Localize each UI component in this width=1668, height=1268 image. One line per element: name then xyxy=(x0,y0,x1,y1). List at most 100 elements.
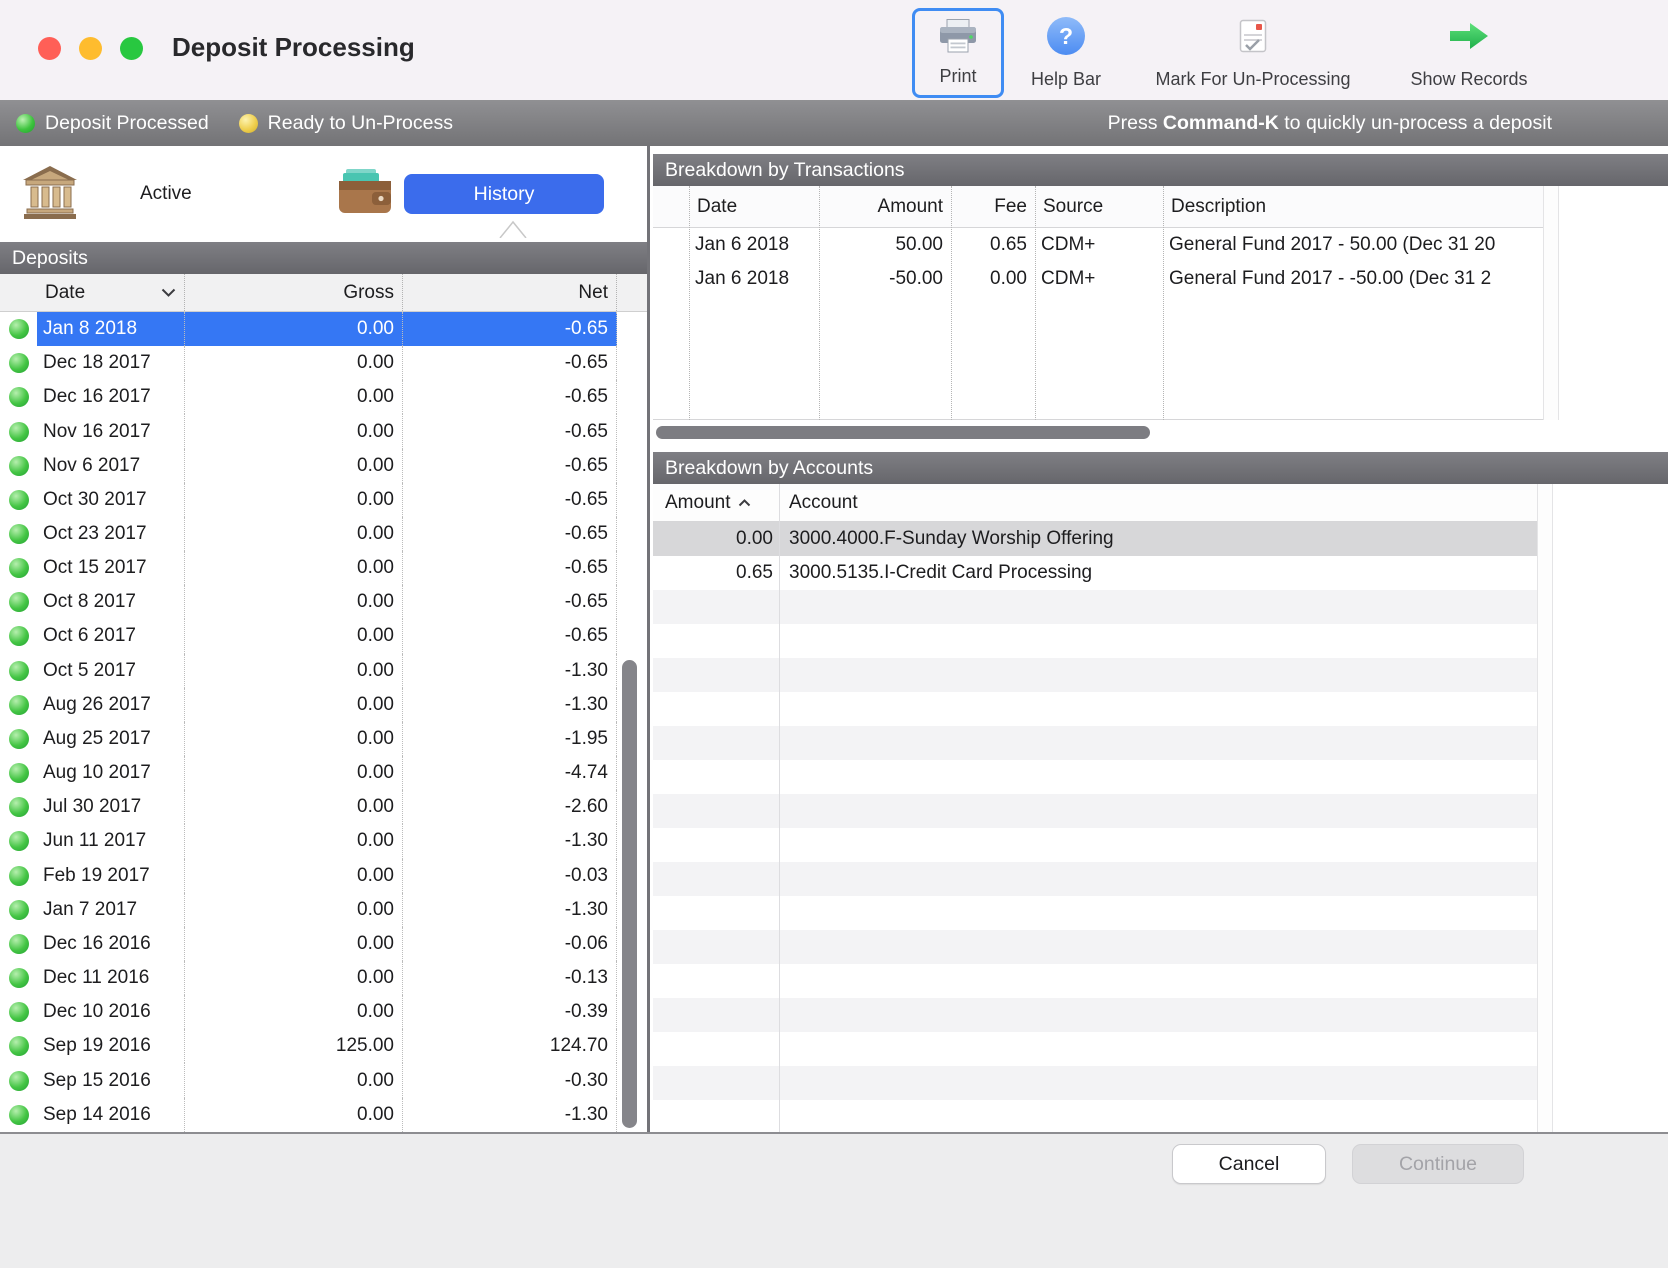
transactions-table-body: Jan 6 2018 50.00 0.65 CDM+ General Fund … xyxy=(653,228,1543,296)
transactions-vertical-scrollbar-track[interactable] xyxy=(1543,186,1559,420)
deposit-row[interactable]: Oct 15 2017 0.00 -0.65 xyxy=(0,551,647,585)
processed-dot-icon xyxy=(9,1105,29,1125)
deposit-status-cell xyxy=(0,688,37,722)
deposit-date: Oct 6 2017 xyxy=(37,619,185,653)
deposit-net: 124.70 xyxy=(403,1029,617,1063)
tab-active[interactable]: Active xyxy=(20,146,320,242)
deposit-date: Jan 8 2018 xyxy=(37,312,185,346)
tx-amount: 50.00 xyxy=(819,228,951,262)
deposit-net: -0.03 xyxy=(403,859,617,893)
show-records-button[interactable]: Show Records xyxy=(1394,8,1544,98)
transaction-row[interactable]: Jan 6 2018 50.00 0.65 CDM+ General Fund … xyxy=(653,228,1543,262)
deposit-row[interactable]: Aug 10 2017 0.00 -4.74 xyxy=(0,756,647,790)
deposit-status-cell xyxy=(0,995,37,1029)
processed-dot-icon xyxy=(9,1036,29,1056)
date-column-header[interactable]: Date xyxy=(37,274,185,311)
deposit-date: Aug 26 2017 xyxy=(37,688,185,722)
mark-for-unprocessing-button[interactable]: Mark For Un-Processing xyxy=(1128,8,1378,98)
deposit-net: -0.65 xyxy=(403,414,617,448)
deposit-date: Dec 16 2017 xyxy=(37,380,185,414)
deposit-row[interactable]: Aug 26 2017 0.00 -1.30 xyxy=(0,688,647,722)
transaction-row[interactable]: Jan 6 2018 -50.00 0.00 CDM+ General Fund… xyxy=(653,262,1543,296)
status-legend-bar: Deposit Processed Ready to Un-Process Pr… xyxy=(0,100,1668,146)
deposit-row[interactable]: Oct 23 2017 0.00 -0.65 xyxy=(0,517,647,551)
deposit-row[interactable]: Oct 30 2017 0.00 -0.65 xyxy=(0,483,647,517)
legend-deposit-processed: Deposit Processed xyxy=(16,112,209,135)
minimize-window-button[interactable] xyxy=(79,37,102,60)
footer-bar: Cancel Continue xyxy=(0,1132,1668,1268)
cancel-button[interactable]: Cancel xyxy=(1172,1144,1326,1184)
printer-icon xyxy=(937,11,979,61)
ready-dot-icon xyxy=(239,114,258,133)
history-tab-button[interactable]: History xyxy=(404,174,604,214)
account-row[interactable]: 0.00 3000.4000.F-Sunday Worship Offering xyxy=(653,522,1537,556)
ready-label: Ready to Un-Process xyxy=(268,112,453,135)
print-button[interactable]: Print xyxy=(912,8,1004,98)
processed-label: Deposit Processed xyxy=(45,112,209,135)
show-records-label: Show Records xyxy=(1410,69,1527,90)
deposit-row[interactable]: Oct 5 2017 0.00 -1.30 xyxy=(0,654,647,688)
sort-descending-icon xyxy=(161,288,176,297)
tx-source: CDM+ xyxy=(1035,228,1163,262)
transactions-horizontal-scrollbar-thumb[interactable] xyxy=(656,426,1150,439)
deposit-net: -1.30 xyxy=(403,654,617,688)
processed-dot-icon xyxy=(9,319,29,339)
deposit-row[interactable]: Dec 18 2017 0.00 -0.65 xyxy=(0,346,647,380)
zoom-window-button[interactable] xyxy=(120,37,143,60)
tx-description-column-header[interactable]: Description xyxy=(1163,186,1558,227)
account-name-column-header[interactable]: Account xyxy=(779,484,1553,521)
deposit-gross: 0.00 xyxy=(185,927,403,961)
deposit-net: -2.60 xyxy=(403,790,617,824)
deposit-row[interactable]: Sep 15 2016 0.00 -0.30 xyxy=(0,1063,647,1097)
account-row[interactable]: 0.65 3000.5135.I-Credit Card Processing xyxy=(653,556,1537,590)
deposit-row[interactable]: Jul 30 2017 0.00 -2.60 xyxy=(0,790,647,824)
net-column-header[interactable]: Net xyxy=(403,274,617,311)
deposit-row[interactable]: Jan 7 2017 0.00 -1.30 xyxy=(0,893,647,927)
processed-dot-icon xyxy=(9,387,29,407)
deposit-row[interactable]: Feb 19 2017 0.00 -0.03 xyxy=(0,859,647,893)
deposit-net: -0.65 xyxy=(403,380,617,414)
deposit-gross: 0.00 xyxy=(185,346,403,380)
deposit-row[interactable]: Dec 10 2016 0.00 -0.39 xyxy=(0,995,647,1029)
deposits-scrollbar-thumb[interactable] xyxy=(622,660,637,1128)
deposit-row[interactable]: Sep 19 2016 125.00 124.70 xyxy=(0,1029,647,1063)
tx-date-column-header[interactable]: Date xyxy=(689,186,819,227)
help-icon: ? xyxy=(1047,8,1085,64)
close-window-button[interactable] xyxy=(38,37,61,60)
tx-amount-column-header[interactable]: Amount xyxy=(819,186,951,227)
deposit-gross: 0.00 xyxy=(185,551,403,585)
deposit-status-cell xyxy=(0,927,37,961)
tx-fee: 0.65 xyxy=(951,228,1035,262)
transactions-section-header: Breakdown by Transactions xyxy=(653,154,1668,186)
deposit-date: Oct 30 2017 xyxy=(37,483,185,517)
tx-fee-column-header[interactable]: Fee xyxy=(951,186,1035,227)
deposit-row[interactable]: Oct 8 2017 0.00 -0.65 xyxy=(0,585,647,619)
deposit-status-cell xyxy=(0,790,37,824)
deposit-row[interactable]: Nov 16 2017 0.00 -0.65 xyxy=(0,414,647,448)
deposit-row[interactable]: Jan 8 2018 0.00 -0.65 xyxy=(0,312,647,346)
deposit-row[interactable]: Jun 11 2017 0.00 -1.30 xyxy=(0,824,647,858)
deposit-gross: 0.00 xyxy=(185,859,403,893)
deposit-gross: 0.00 xyxy=(185,893,403,927)
deposits-section-header: Deposits xyxy=(0,242,647,274)
deposit-row[interactable]: Nov 6 2017 0.00 -0.65 xyxy=(0,449,647,483)
deposit-date: Jan 7 2017 xyxy=(37,893,185,927)
tx-source-column-header[interactable]: Source xyxy=(1035,186,1163,227)
continue-button[interactable]: Continue xyxy=(1352,1144,1524,1184)
deposit-status-cell xyxy=(0,449,37,483)
deposit-row[interactable]: Dec 11 2016 0.00 -0.13 xyxy=(0,961,647,995)
deposit-row[interactable]: Aug 25 2017 0.00 -1.95 xyxy=(0,722,647,756)
accounts-vertical-scrollbar-track[interactable] xyxy=(1537,484,1553,1132)
gross-column-header[interactable]: Gross xyxy=(185,274,403,311)
deposit-row[interactable]: Dec 16 2016 0.00 -0.06 xyxy=(0,927,647,961)
deposit-net: -0.65 xyxy=(403,346,617,380)
tab-history[interactable]: History xyxy=(336,146,626,242)
deposit-row[interactable]: Dec 16 2017 0.00 -0.65 xyxy=(0,380,647,414)
deposit-net: -0.65 xyxy=(403,585,617,619)
deposit-row[interactable]: Sep 14 2016 0.00 -1.30 xyxy=(0,1098,647,1132)
deposit-row[interactable]: Oct 6 2017 0.00 -0.65 xyxy=(0,619,647,653)
account-amount-column-header[interactable]: Amount xyxy=(653,484,779,521)
deposit-net: -0.65 xyxy=(403,551,617,585)
help-bar-button[interactable]: ? Help Bar xyxy=(1018,8,1114,98)
deposit-status-cell xyxy=(0,551,37,585)
